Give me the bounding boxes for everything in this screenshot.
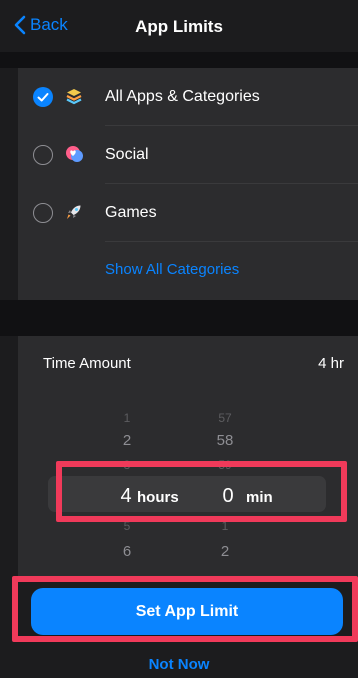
divider xyxy=(105,241,358,242)
section-gap xyxy=(0,52,358,68)
radio-unselected-icon[interactable] xyxy=(33,145,53,165)
page-title: App Limits xyxy=(135,17,223,36)
time-amount-value: 4 hr xyxy=(318,355,344,372)
category-row-social[interactable]: Social xyxy=(18,126,358,184)
category-label: Games xyxy=(105,204,157,221)
navigation-bar: Back App Limits xyxy=(0,0,358,52)
chat-heart-icon xyxy=(66,146,83,162)
category-label: All Apps & Categories xyxy=(105,88,260,105)
category-row-all-apps[interactable]: All Apps & Categories xyxy=(18,68,358,126)
time-amount-panel: Time Amount 4 hr xyxy=(18,336,358,578)
stack-icon xyxy=(66,89,82,105)
hours-option[interactable]: 6 xyxy=(107,543,147,560)
minutes-option[interactable]: 58 xyxy=(205,432,245,449)
minutes-option[interactable]: 57 xyxy=(205,411,245,425)
show-all-categories-link[interactable]: Show All Categories xyxy=(105,261,239,278)
minutes-option[interactable]: 2 xyxy=(205,543,245,560)
annotation-highlight-box xyxy=(12,576,358,642)
radio-unselected-icon[interactable] xyxy=(33,203,53,223)
time-amount-row[interactable]: Time Amount 4 hr xyxy=(18,336,358,388)
checkmark-selected-icon[interactable] xyxy=(33,87,53,107)
not-now-button[interactable]: Not Now xyxy=(0,656,358,673)
category-label: Social xyxy=(105,146,149,163)
hours-option[interactable]: 2 xyxy=(107,432,147,449)
section-gap xyxy=(0,300,358,336)
category-row-games[interactable]: Games xyxy=(18,184,358,242)
hours-option[interactable]: 1 xyxy=(107,411,147,425)
rocket-icon xyxy=(67,205,81,219)
annotation-highlight-box xyxy=(56,461,347,522)
time-amount-label: Time Amount xyxy=(43,355,131,372)
category-list: All Apps & Categories Social Games Show … xyxy=(18,68,358,300)
